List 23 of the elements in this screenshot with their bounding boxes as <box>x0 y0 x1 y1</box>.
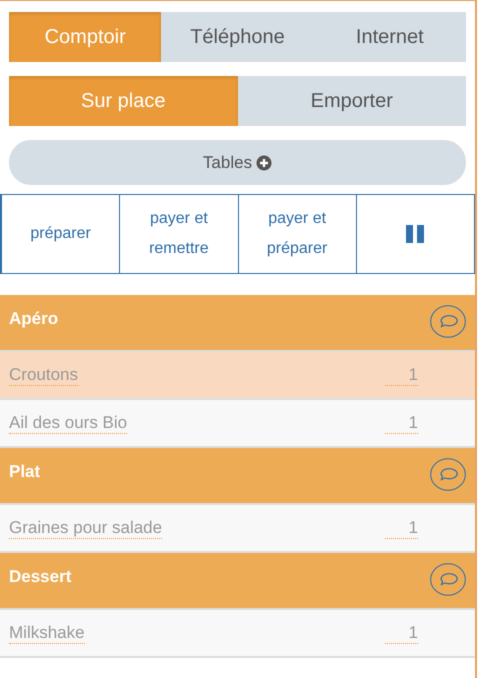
category-name: Apéro <box>9 309 58 329</box>
tab[interactable]: Comptoir <box>9 12 162 62</box>
plus-circle-icon <box>256 154 272 170</box>
category-name: Dessert <box>9 567 72 587</box>
quantity-field[interactable]: 1 <box>385 364 418 386</box>
tables-button[interactable]: Tables <box>9 140 466 185</box>
item-name[interactable]: Croutons <box>9 364 78 386</box>
tab[interactable]: Sur place <box>9 76 238 126</box>
quantity-field[interactable]: 1 <box>385 412 418 434</box>
item-name[interactable]: Ail des ours Bio <box>9 412 128 434</box>
quantity-field[interactable]: 1 <box>385 622 418 644</box>
item-name[interactable]: Milkshake <box>9 622 85 644</box>
order-item[interactable]: Graines pour salade 1 <box>0 505 475 553</box>
pause-icon <box>406 225 425 243</box>
order-item[interactable]: Ail des ours Bio 1 <box>0 400 475 448</box>
speech-bubble-button[interactable] <box>430 305 466 338</box>
speech-bubble-button[interactable] <box>430 458 466 491</box>
category-name: Plat <box>9 462 40 482</box>
quantity-field[interactable]: 1 <box>385 518 418 538</box>
order-item[interactable]: Croutons 1 <box>0 352 475 400</box>
order-item[interactable]: Milkshake 1 <box>0 610 475 658</box>
item-name[interactable]: Graines pour salade <box>9 518 162 538</box>
speech-bubble-button[interactable] <box>430 563 466 596</box>
